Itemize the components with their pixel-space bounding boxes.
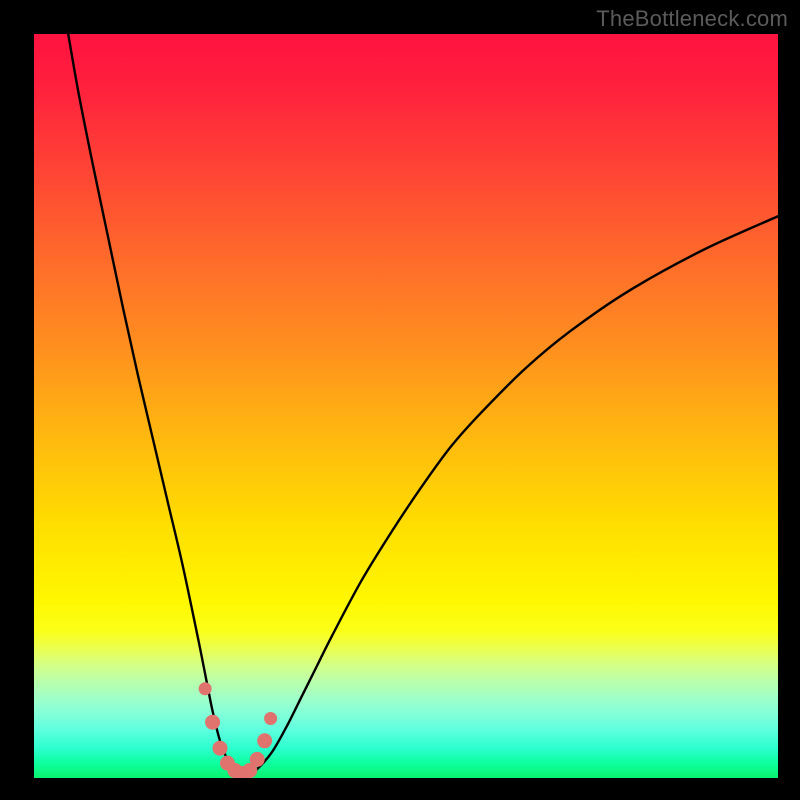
bottleneck-curve: [34, 34, 778, 778]
plot-area: [34, 34, 778, 778]
chart-frame: TheBottleneck.com: [0, 0, 800, 800]
curve-dot: [205, 715, 220, 730]
curve-dot: [264, 712, 277, 725]
curve-dot: [250, 752, 265, 767]
curve-dot: [257, 733, 272, 748]
curve-dot: [213, 741, 228, 756]
watermark-text: TheBottleneck.com: [596, 6, 788, 32]
curve-path: [68, 34, 778, 774]
curve-dot: [199, 682, 212, 695]
